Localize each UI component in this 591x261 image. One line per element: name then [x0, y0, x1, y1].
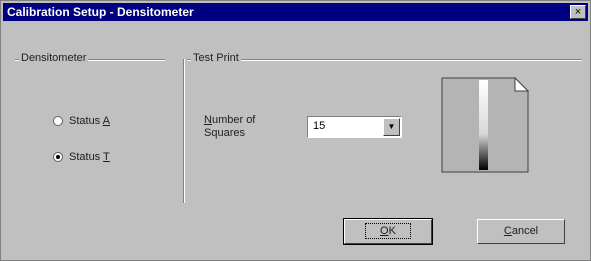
- close-button[interactable]: ×: [570, 5, 586, 19]
- cancel-label-key: C: [503, 225, 512, 237]
- ok-label-key: O: [380, 225, 389, 237]
- title-bar[interactable]: Calibration Setup - Densitometer ×: [3, 3, 588, 21]
- ok-button[interactable]: OK: [343, 218, 433, 245]
- radio-button-status-t[interactable]: [53, 152, 63, 163]
- radio-label-status-t-key: T: [103, 151, 110, 163]
- page-corner-fold: [514, 77, 529, 92]
- number-of-squares-dropdown[interactable]: 15 ▼: [307, 116, 402, 138]
- radio-status-a[interactable]: Status A: [53, 115, 110, 127]
- squares-selected-value: 15: [313, 120, 326, 132]
- squares-label-line1-rest: umber of: [211, 114, 256, 126]
- test-print-preview: [441, 77, 529, 173]
- dropdown-button[interactable]: ▼: [383, 118, 400, 136]
- test-print-group-frame: [187, 59, 582, 61]
- squares-label-line2: Squares: [204, 127, 245, 139]
- test-print-group-label: Test Print: [191, 52, 241, 64]
- chevron-down-icon: ▼: [387, 122, 396, 131]
- dialog-window: Calibration Setup - Densitometer × Densi…: [0, 0, 591, 261]
- cancel-label-rest: ancel: [511, 225, 539, 237]
- squares-label-key: N: [204, 114, 212, 126]
- group-divider: [183, 59, 185, 203]
- radio-label-status-a-prefix: Status: [69, 115, 103, 127]
- window-title: Calibration Setup - Densitometer: [7, 5, 194, 19]
- ok-button-focus: OK: [365, 223, 411, 239]
- number-of-squares-label: Number of Squares: [204, 114, 255, 140]
- densitometer-group-label: Densitometer: [19, 52, 89, 64]
- close-icon: ×: [574, 6, 582, 18]
- radio-label-status-a-key: A: [102, 115, 110, 127]
- radio-label-status-t-prefix: Status: [69, 151, 104, 163]
- cancel-button[interactable]: Cancel: [477, 219, 565, 244]
- ok-label-rest: K: [388, 225, 396, 237]
- radio-status-t[interactable]: Status T: [53, 151, 110, 163]
- density-gradient-strip: [479, 80, 488, 170]
- radio-button-status-a[interactable]: [53, 116, 63, 127]
